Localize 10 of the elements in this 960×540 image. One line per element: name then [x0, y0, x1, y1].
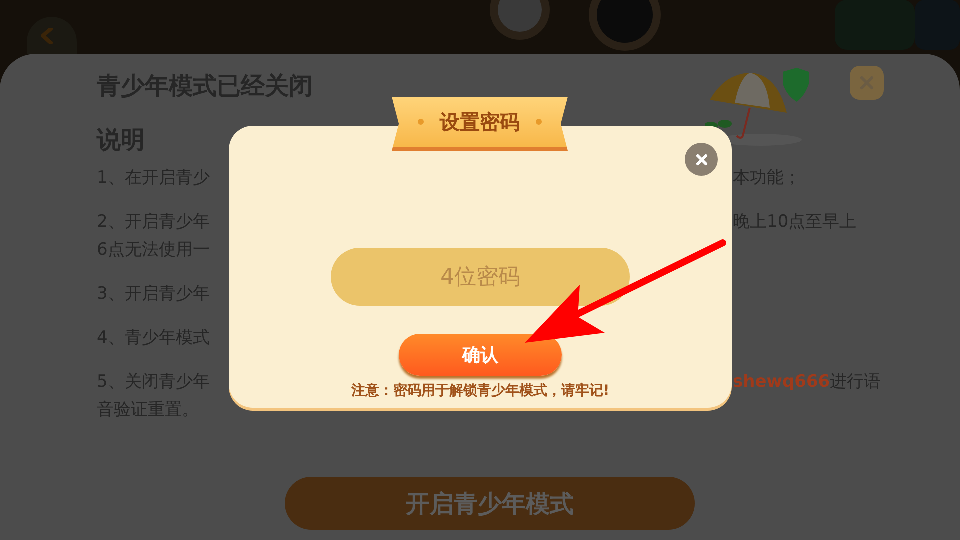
- close-icon: [694, 152, 710, 168]
- confirm-button[interactable]: 确认: [399, 334, 562, 376]
- back-icon: [41, 28, 53, 44]
- close-button[interactable]: [685, 143, 718, 176]
- close-button[interactable]: [850, 66, 884, 100]
- password-field[interactable]: 4位密码: [331, 248, 630, 306]
- dialog-title: 设置密码: [392, 97, 568, 151]
- enable-mode-button[interactable]: 开启青少年模式: [285, 477, 695, 530]
- back-button[interactable]: [27, 17, 77, 54]
- note-text: 注意：密码用于解锁青少年模式，请牢记!: [350, 382, 611, 400]
